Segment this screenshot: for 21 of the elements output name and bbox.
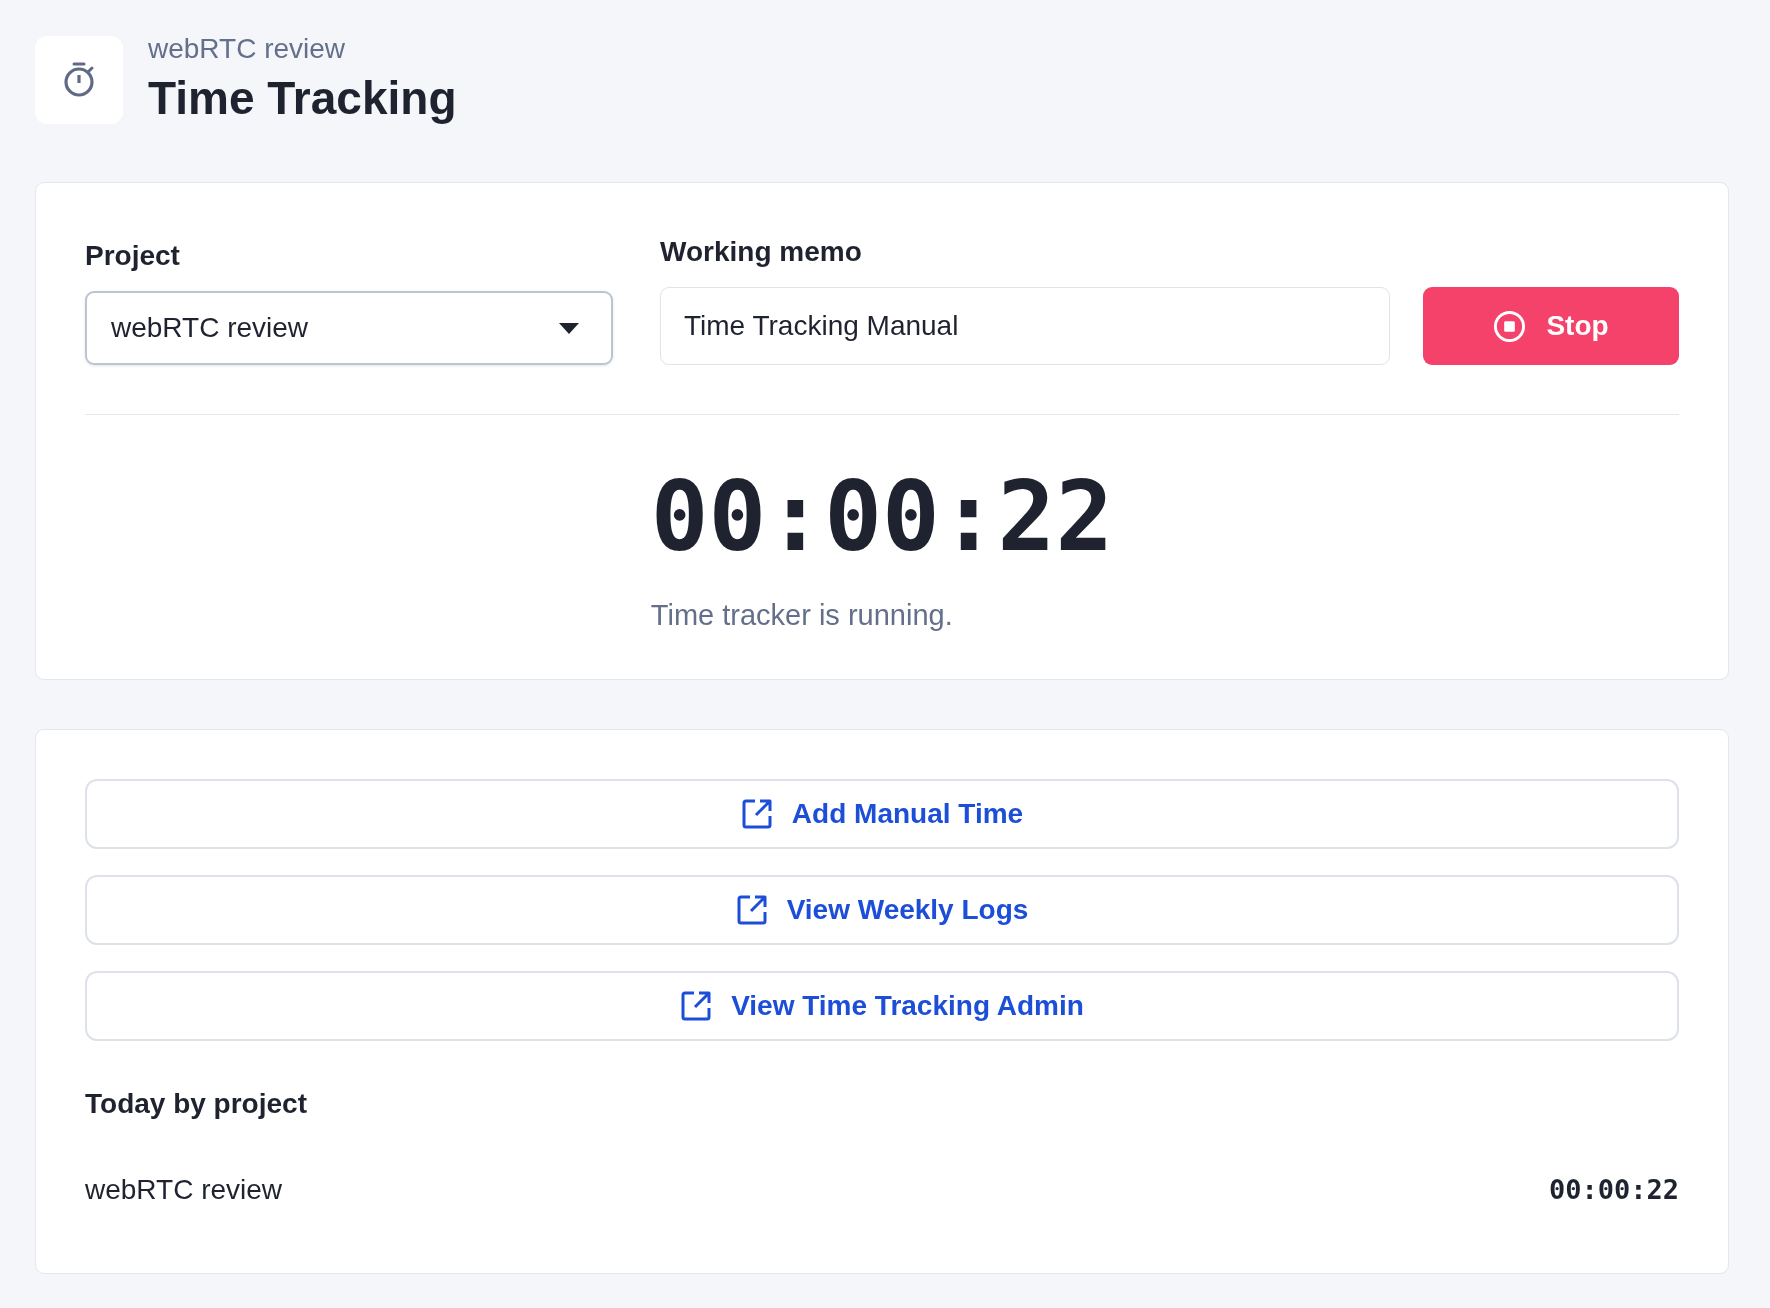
stopwatch-icon (35, 36, 123, 124)
stop-button[interactable]: Stop (1423, 287, 1679, 365)
section-heading: Today by project (85, 1087, 308, 1121)
status-text: Time tracker is running. (650, 598, 953, 633)
caret-icon (559, 322, 579, 334)
field-label: Working memo (660, 235, 863, 269)
external-link-icon (740, 798, 773, 830)
timer-display: 00:00:22 (650, 467, 1114, 567)
page-title: Time Tracking (148, 72, 457, 124)
memo-input[interactable]: Time Tracking Manual (660, 287, 1390, 365)
project-select[interactable]: webRTC review (85, 291, 613, 365)
page-subtitle: webRTC review (148, 32, 347, 66)
field-label: Project (85, 239, 181, 273)
project-name: webRTC review (85, 1173, 283, 1207)
project-time: 00:00:22 (1548, 1173, 1679, 1207)
external-link-icon (735, 894, 768, 926)
external-link-icon (680, 990, 713, 1022)
link-button[interactable]: Add Manual Time (85, 779, 1679, 849)
link-button[interactable]: View Time Tracking Admin (85, 971, 1679, 1041)
link-button[interactable]: View Weekly Logs (85, 875, 1679, 945)
stop-icon (1493, 309, 1527, 343)
